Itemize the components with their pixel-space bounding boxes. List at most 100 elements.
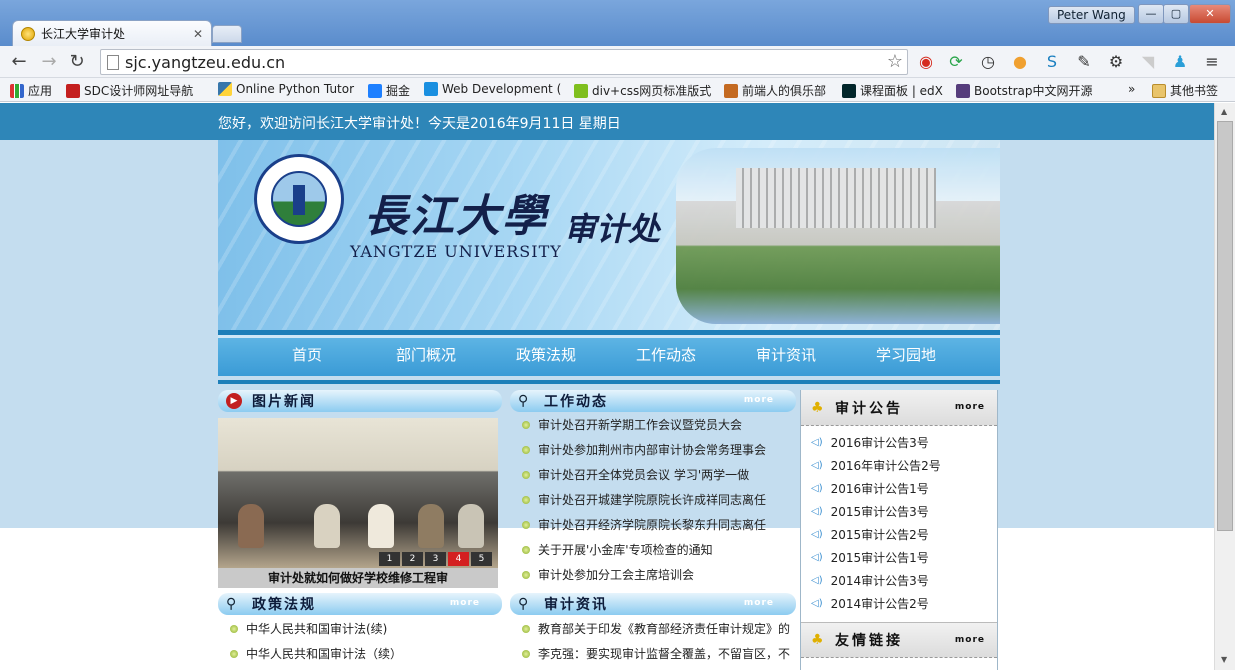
pager-page-5[interactable]: 5 <box>471 552 492 566</box>
bookmark-item[interactable]: Online Python Tutor <box>218 82 360 96</box>
bookmark-item[interactable]: SDC设计师网址导航 <box>66 82 193 99</box>
nav-home[interactable]: 首页 <box>292 344 322 365</box>
nav-policy[interactable]: 政策法规 <box>516 344 576 365</box>
list-item[interactable]: 教育部关于印发《教育部经济责任审计规定》的 <box>522 620 790 637</box>
notice-item[interactable]: ◁) 2016审计公告1号 <box>811 480 929 497</box>
list-item[interactable]: 审计处召开城建学院原院长许成祥同志离任 <box>522 491 766 508</box>
bookmarks-overflow-button[interactable]: » <box>1128 82 1135 96</box>
bookmark-item[interactable]: Bootstrap中文网开源 <box>956 82 1096 99</box>
pager-page-2[interactable]: 2 <box>402 552 423 566</box>
bullet-icon <box>230 649 238 658</box>
nav-work[interactable]: 工作动态 <box>636 344 696 365</box>
audit-info-header: ⚲ 审计资讯 more <box>510 593 796 615</box>
tab-close-icon[interactable]: ✕ <box>193 27 203 41</box>
pen-icon[interactable]: ✎ <box>1074 52 1094 72</box>
browser-tab[interactable]: 长江大学审计处 ✕ <box>12 20 212 46</box>
folder-icon <box>1152 83 1166 98</box>
list-item[interactable]: 审计处参加荆州市内部审计协会常务理事会 <box>522 441 766 458</box>
reload-button[interactable]: ↻ <box>66 51 88 73</box>
window-close-button[interactable]: ✕ <box>1189 4 1231 24</box>
pager-page-4[interactable]: 4 <box>448 552 469 566</box>
weibo-icon[interactable]: ◉ <box>916 52 936 72</box>
vertical-scrollbar[interactable]: ▲ ▼ <box>1214 103 1235 670</box>
list-item[interactable]: 审计处召开新学期工作会议暨党员大会 <box>522 416 742 433</box>
edx-icon <box>842 83 856 98</box>
notice-item[interactable]: ◁) 2015审计公告3号 <box>811 503 929 520</box>
list-item[interactable]: 关于开展'小金库'专项检查的通知 <box>522 541 713 558</box>
nav-info[interactable]: 审计资讯 <box>756 344 816 365</box>
list-item[interactable]: 中华人民共和国审计法（续） <box>230 645 402 662</box>
list-item[interactable]: 李克强：要实现审计监督全覆盖，不留盲区，不 <box>522 645 790 662</box>
sync-icon[interactable]: ⟳ <box>946 52 966 72</box>
play-icon: ▶ <box>226 393 242 409</box>
list-item[interactable]: 审计处召开全体党员会议 学习'两学一做 <box>522 466 749 483</box>
work-news-header: ⚲ 工作动态 more <box>510 390 796 412</box>
profile-button[interactable]: Peter Wang <box>1048 6 1135 24</box>
bullet-icon <box>522 470 530 479</box>
minimize-button[interactable]: — <box>1138 4 1164 24</box>
menu-icon[interactable]: ≡ <box>1202 52 1222 72</box>
s-icon[interactable]: S <box>1042 52 1062 72</box>
list-item[interactable]: 中华人民共和国审计法(续) <box>230 620 387 637</box>
bookmark-item[interactable]: 前端人的俱乐部 <box>724 82 826 99</box>
bookmark-item[interactable]: 掘金 <box>368 82 410 99</box>
policy-more-link[interactable]: more <box>450 598 480 608</box>
speaker-icon: ◁) <box>811 552 823 563</box>
apps-bookmark[interactable]: 应用 <box>10 82 52 99</box>
links-header: ♣ 友情链接 more <box>801 622 997 658</box>
bookmark-item[interactable]: 课程面板 | edX <box>842 82 943 99</box>
python-icon <box>218 82 232 96</box>
pin-icon[interactable]: ● <box>1010 52 1030 72</box>
speaker-icon: ◁) <box>811 506 823 517</box>
notice-item[interactable]: ◁) 2014审计公告2号 <box>811 595 929 612</box>
speaker-icon: ◁) <box>811 483 823 494</box>
bookmark-item[interactable]: div+css网页标准版式 <box>574 82 714 99</box>
back-button[interactable]: ← <box>8 51 30 73</box>
nav-overview[interactable]: 部门概况 <box>396 344 456 365</box>
address-bar[interactable]: sjc.yangtzeu.edu.cn ☆ <box>100 49 908 75</box>
pager-page-3[interactable]: 3 <box>425 552 446 566</box>
site-banner: 長江大學 YANGTZE UNIVERSITY 审计处 <box>218 140 1000 330</box>
notices-more-link[interactable]: more <box>955 402 985 412</box>
right-column: ♣ 审计公告 more ◁) 2016审计公告3号 ◁) 2016年审计公告2号 ◁… <box>800 390 998 670</box>
bullet-icon <box>522 495 530 504</box>
photo-caption[interactable]: 审计处就如何做好学校维修工程审 <box>218 568 498 588</box>
rss-icon[interactable]: ◥ <box>1138 52 1158 72</box>
work-more-link[interactable]: more <box>744 395 774 405</box>
speaker-icon: ◁) <box>811 460 823 471</box>
browser-toolbar: ← → ↻ sjc.yangtzeu.edu.cn ☆ ◉ ⟳ ◷ ● S ✎ … <box>0 46 1235 78</box>
links-more-link[interactable]: more <box>955 635 985 645</box>
url-text[interactable]: sjc.yangtzeu.edu.cn <box>125 53 285 72</box>
bullet-icon <box>522 420 530 429</box>
bullet-icon <box>522 624 530 633</box>
browser-titlebar: 长江大学审计处 ✕ Peter Wang — ▢ ✕ <box>0 0 1235 46</box>
scroll-thumb[interactable] <box>1217 121 1233 531</box>
maximize-button[interactable]: ▢ <box>1163 4 1189 24</box>
clock-icon[interactable]: ◷ <box>978 52 998 72</box>
pager-page-1[interactable]: 1 <box>379 552 400 566</box>
bookmark-item[interactable]: Web Development ( <box>424 82 564 96</box>
user-icon[interactable]: ♟ <box>1170 52 1190 72</box>
list-item[interactable]: 审计处参加分工会主席培训会 <box>522 566 694 583</box>
forward-button[interactable]: → <box>38 51 60 73</box>
bullet-icon <box>522 445 530 454</box>
info-more-link[interactable]: more <box>744 598 774 608</box>
new-tab-button[interactable] <box>212 25 242 43</box>
club-icon <box>724 83 738 98</box>
scroll-up-icon[interactable]: ▲ <box>1221 107 1227 116</box>
notice-item[interactable]: ◁) 2016年审计公告2号 <box>811 457 941 474</box>
bookmark-star-icon[interactable]: ☆ <box>887 51 903 72</box>
gear-icon[interactable]: ⚙ <box>1106 52 1126 72</box>
notice-item[interactable]: ◁) 2014审计公告3号 <box>811 572 929 589</box>
notice-item[interactable]: ◁) 2016审计公告3号 <box>811 434 929 451</box>
list-item[interactable]: 审计处召开经济学院原院长黎东升同志离任 <box>522 516 766 533</box>
speaker-icon: ◁) <box>811 437 823 448</box>
other-bookmarks-folder[interactable]: 其他书签 <box>1152 82 1218 99</box>
scroll-down-icon[interactable]: ▼ <box>1221 655 1227 664</box>
nav-study[interactable]: 学习园地 <box>876 344 936 365</box>
photo-news-image[interactable]: 1 2 3 4 5 <box>218 418 498 568</box>
photo-pager: 1 2 3 4 5 <box>379 552 492 566</box>
notice-item[interactable]: ◁) 2015审计公告2号 <box>811 526 929 543</box>
notice-item[interactable]: ◁) 2015审计公告1号 <box>811 549 929 566</box>
trefoil-icon: ♣ <box>811 399 824 416</box>
